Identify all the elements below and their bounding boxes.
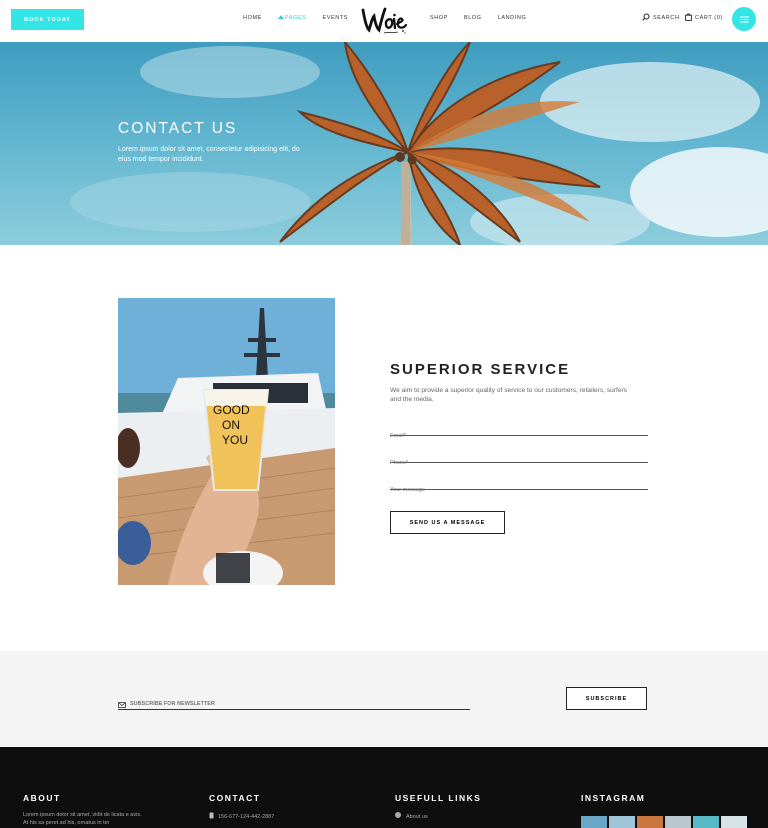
instagram-thumb[interactable] [581, 816, 607, 828]
instagram-thumb[interactable] [693, 816, 719, 828]
mail-icon [118, 695, 126, 713]
page-title: CONTACT US [118, 120, 238, 137]
cart-icon [685, 13, 692, 23]
nav-home[interactable]: Home [243, 15, 262, 21]
nav-pages-label: Pages [284, 15, 307, 21]
message-input[interactable] [390, 487, 648, 493]
hero-banner: CONTACT US Lorem ipsum dolor sit amet, c… [0, 42, 768, 245]
section-title: SUPERIOR SERVICE [390, 361, 571, 378]
instagram-thumb[interactable] [609, 816, 635, 828]
phone-field[interactable] [390, 451, 648, 466]
footer-links-title: USEFULL LINKS [395, 793, 482, 803]
hero-palm-image [70, 42, 768, 245]
footer-about-text: Lorem ipsum dolor sit amet, vidit de lic… [23, 812, 142, 826]
instagram-thumb[interactable] [721, 816, 747, 828]
newsletter-field[interactable] [118, 698, 470, 710]
nav-left: Home Pages Events [243, 15, 348, 21]
instagram-thumb[interactable] [637, 816, 663, 828]
cup-text-3: YOU [222, 433, 248, 447]
nav-blog[interactable]: Blog [464, 15, 482, 21]
footer-link-about-label: About us [406, 813, 428, 820]
nav-events[interactable]: Events [322, 15, 348, 21]
site-logo[interactable] [360, 4, 410, 38]
send-message-button[interactable]: Send us a message [390, 511, 505, 534]
email-input[interactable] [390, 433, 648, 439]
site-footer: ABOUT Lorem ipsum dolor sit amet, vidit … [0, 747, 768, 828]
section-description: We aim to provide a superior quality of … [390, 387, 627, 403]
footer-about-title: ABOUT [23, 793, 61, 803]
search-label: Search [653, 15, 680, 21]
nav-shop[interactable]: Shop [430, 15, 448, 21]
cup-text-2: ON [222, 418, 240, 432]
site-header: Book Today Home Pages Events Shop Blog L… [0, 0, 768, 42]
email-field[interactable] [390, 424, 648, 439]
phone-input[interactable] [390, 460, 648, 466]
instagram-thumb[interactable] [665, 816, 691, 828]
menu-icon [739, 10, 749, 28]
footer-phone[interactable]: 156-677-124-442-2887 [209, 812, 274, 822]
subscribe-button[interactable]: Subscribe [566, 687, 647, 710]
cart-label: Cart (0) [695, 15, 723, 21]
nav-pages[interactable]: Pages [277, 15, 307, 21]
newsletter-section: Subscribe [0, 651, 768, 747]
search-icon [642, 13, 650, 23]
hero-subtitle: Lorem ipsum dolor sit amet, consectetur … [118, 146, 300, 163]
instagram-gallery [581, 816, 747, 828]
footer-instagram-title: INSTAGRAM [581, 793, 646, 803]
nav-right: Shop Blog Landing [430, 15, 526, 21]
pages-icon [277, 15, 284, 19]
cup-text-1: GOOD [213, 403, 250, 417]
cart-link[interactable]: Cart (0) [685, 13, 723, 23]
phone-icon [209, 812, 214, 822]
menu-button[interactable] [732, 7, 756, 31]
message-field[interactable] [390, 478, 648, 493]
bullet-icon [395, 812, 401, 821]
yacht-photo: GOOD ON YOU [118, 298, 335, 585]
footer-link-about[interactable]: About us [395, 812, 428, 821]
nav-landing[interactable]: Landing [498, 15, 527, 21]
footer-contact-title: CONTACT [209, 793, 261, 803]
newsletter-input[interactable] [130, 700, 430, 707]
search-link[interactable]: Search [642, 13, 680, 23]
book-today-button[interactable]: Book Today [11, 9, 84, 30]
footer-phone-number: 156-677-124-442-2887 [218, 814, 275, 820]
